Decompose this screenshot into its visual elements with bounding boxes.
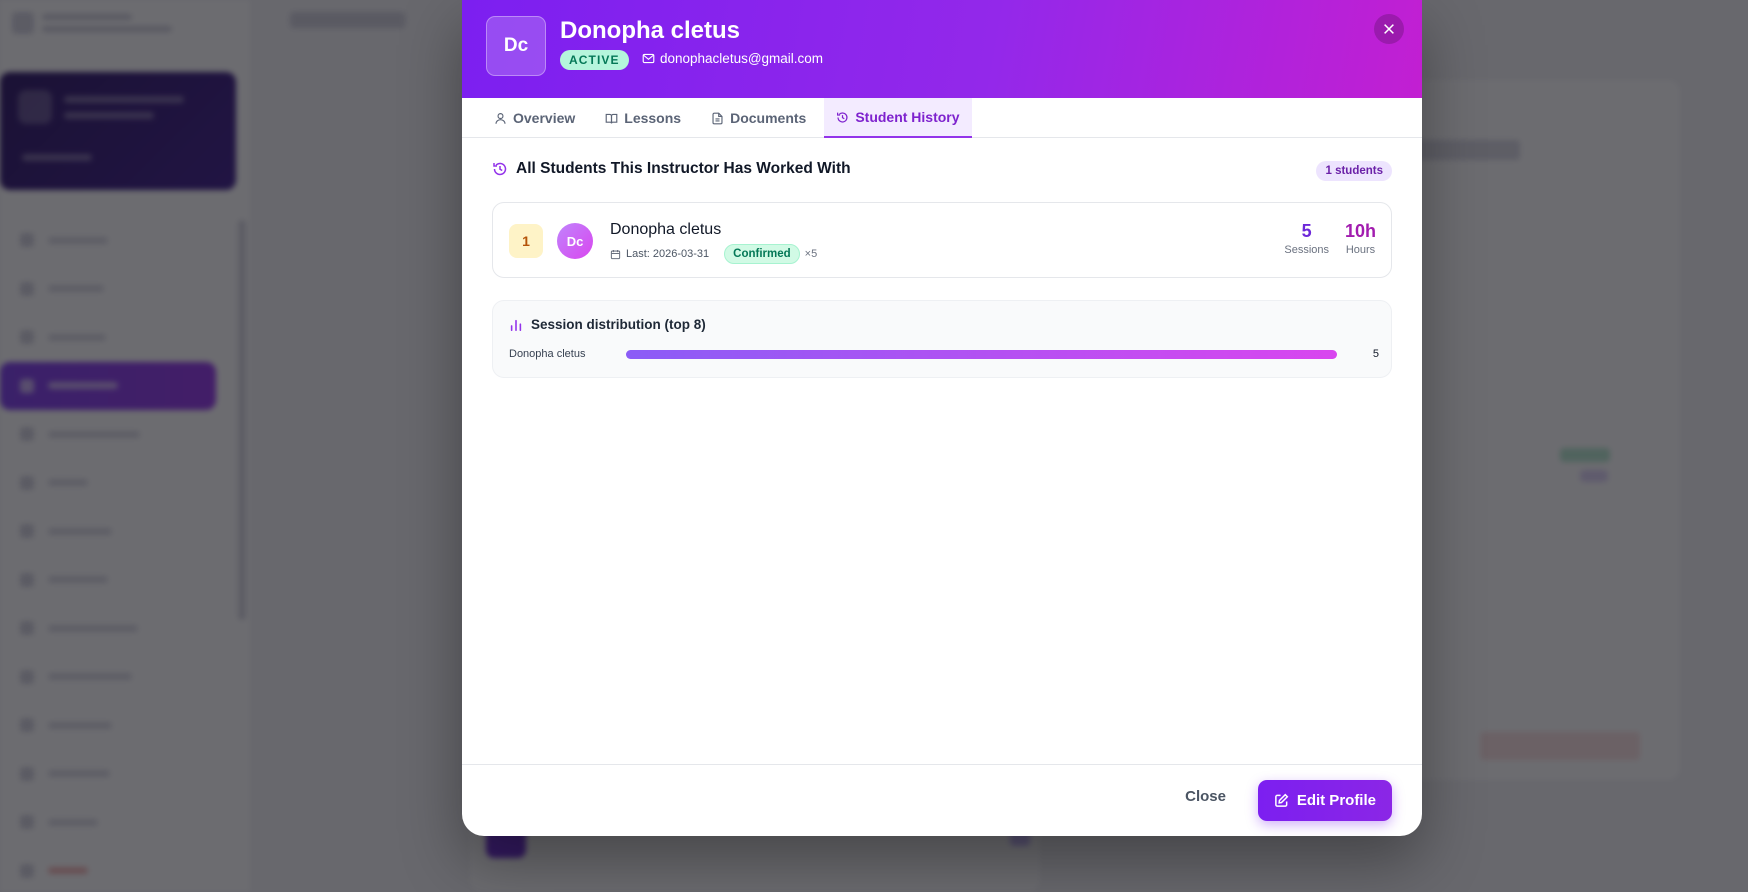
- sessions-label: Sessions: [1284, 244, 1329, 256]
- user-icon: [495, 112, 506, 124]
- student-meta: Last: 2026-03-31 Confirmed ×5: [610, 244, 817, 264]
- distribution-row-value: 5: [1372, 348, 1379, 360]
- list-item[interactable]: 1 Dc Donopha cletus Last: 2026-03-31 Con…: [492, 202, 1392, 278]
- bar-chart-icon: [510, 319, 522, 331]
- tab-label: Documents: [730, 110, 807, 126]
- distribution-title: Session distribution (top 8): [509, 317, 706, 332]
- distribution-title-text: Session distribution (top 8): [531, 317, 706, 332]
- edit-profile-label: Edit Profile: [1296, 792, 1376, 809]
- mail-icon: [642, 53, 655, 64]
- section-title-text: All Students This Instructor Has Worked …: [516, 160, 851, 177]
- distribution-row: Donopha cletus 5: [509, 347, 1379, 363]
- tab-overview[interactable]: Overview: [482, 98, 587, 138]
- book-icon: [605, 113, 618, 123]
- students-count-badge: 1 students: [1316, 161, 1392, 181]
- sessions-stat: 5 Sessions: [1284, 221, 1329, 256]
- hours-stat: 10h Hours: [1345, 221, 1376, 256]
- instructor-name: Donopha cletus: [560, 17, 741, 44]
- history-icon: [493, 162, 507, 176]
- sessions-value: 5: [1301, 221, 1312, 241]
- student-name: Donopha cletus: [610, 221, 722, 238]
- instructor-email: donophacletus@gmail.com: [642, 51, 823, 66]
- distribution-bar-fill: [626, 350, 1337, 359]
- hours-value: 10h: [1344, 221, 1376, 241]
- tab-label: Student History: [855, 109, 960, 125]
- instructor-avatar: Dc: [486, 16, 546, 76]
- profile-tabs: Overview Lessons Documents Student Histo…: [462, 98, 1422, 138]
- tab-label: Lessons: [624, 110, 682, 126]
- modal-header: Dc Donopha cletus ACTIVE donophacletus@g…: [462, 0, 1422, 98]
- tab-label: Overview: [513, 110, 576, 126]
- email-text: donophacletus@gmail.com: [660, 51, 824, 66]
- close-icon: [1384, 24, 1394, 34]
- hours-label: Hours: [1345, 244, 1376, 256]
- tab-documents[interactable]: Documents: [699, 98, 818, 138]
- session-distribution-card: Session distribution (top 8) Donopha cle…: [492, 300, 1392, 378]
- status-badge: ACTIVE: [560, 50, 629, 70]
- last-session-date: Last: 2026-03-31: [626, 248, 710, 260]
- history-icon: [837, 111, 848, 123]
- edit-profile-button[interactable]: Edit Profile: [1257, 780, 1392, 821]
- distribution-bar-track: [626, 350, 1337, 359]
- section-title: All Students This Instructor Has Worked …: [492, 160, 851, 178]
- student-avatar: Dc: [557, 223, 593, 259]
- instructor-profile-modal: Dc Donopha cletus ACTIVE donophacletus@g…: [462, 0, 1422, 836]
- edit-icon: [1274, 793, 1289, 807]
- close-modal-button[interactable]: [1374, 14, 1404, 44]
- document-icon: [712, 112, 723, 124]
- close-button[interactable]: Close: [1185, 788, 1226, 805]
- modal-footer: Close Edit Profile: [462, 764, 1422, 836]
- distribution-row-label: Donopha cletus: [509, 348, 586, 360]
- confirmed-count: ×5: [804, 248, 818, 260]
- confirmed-status-badge: Confirmed: [724, 244, 800, 264]
- rank-badge: 1: [509, 224, 543, 258]
- tab-lessons[interactable]: Lessons: [593, 98, 693, 138]
- tab-student-history[interactable]: Student History: [824, 98, 972, 138]
- calendar-icon: [610, 249, 621, 259]
